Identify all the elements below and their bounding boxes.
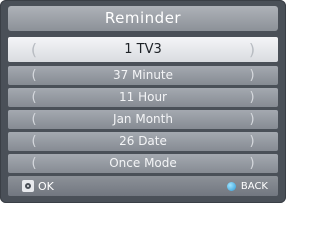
back-button[interactable]: BACK (226, 179, 268, 193)
hour-row[interactable]: ( 11 Hour ) (8, 88, 278, 107)
back-label: BACK (240, 180, 268, 192)
left-arrow-icon[interactable]: ( (28, 154, 40, 173)
left-arrow-icon[interactable]: ( (28, 37, 40, 62)
right-arrow-icon[interactable]: ) (246, 88, 258, 107)
dialog-title: Reminder (8, 6, 278, 31)
left-arrow-icon[interactable]: ( (28, 88, 40, 107)
right-arrow-icon[interactable]: ) (246, 66, 258, 85)
reminder-dialog: Reminder ( 1 TV3 ) ( 37 Minute ) ( 11 Ho… (0, 0, 286, 203)
hour-value: 11 Hour (119, 90, 167, 104)
right-arrow-icon[interactable]: ) (246, 37, 258, 62)
blue-dot-icon (226, 181, 236, 191)
right-arrow-icon[interactable]: ) (246, 132, 258, 151)
ok-label: OK (38, 179, 54, 193)
ok-button[interactable]: OK (22, 179, 54, 193)
reminder-fields: ( 1 TV3 ) ( 37 Minute ) ( 11 Hour ) ( Ja… (8, 37, 278, 176)
mode-value: Once Mode (109, 156, 177, 170)
date-row[interactable]: ( 26 Date ) (8, 132, 278, 151)
right-arrow-icon[interactable]: ) (246, 110, 258, 129)
left-arrow-icon[interactable]: ( (28, 66, 40, 85)
right-arrow-icon[interactable]: ) (246, 154, 258, 173)
footer-bar: OK BACK (8, 176, 278, 196)
month-value: Jan Month (113, 112, 173, 126)
month-row[interactable]: ( Jan Month ) (8, 110, 278, 129)
minute-row[interactable]: ( 37 Minute ) (8, 66, 278, 85)
date-value: 26 Date (119, 134, 167, 148)
channel-value: 1 TV3 (124, 42, 162, 57)
left-arrow-icon[interactable]: ( (28, 132, 40, 151)
mode-row[interactable]: ( Once Mode ) (8, 154, 278, 173)
minute-value: 37 Minute (112, 68, 174, 82)
channel-row[interactable]: ( 1 TV3 ) (8, 37, 278, 62)
ok-button-icon (22, 180, 34, 192)
left-arrow-icon[interactable]: ( (28, 110, 40, 129)
